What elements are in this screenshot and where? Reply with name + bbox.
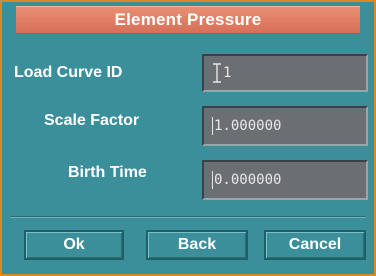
i-beam-cursor-icon [213,63,221,83]
load-curve-id-input[interactable]: 1 [202,54,368,92]
back-button[interactable]: Back [146,230,248,260]
load-curve-id-label: Load Curve ID [14,64,123,81]
scale-factor-label: Scale Factor [44,112,140,129]
birth-time-input[interactable]: 0.000000 [202,160,368,200]
text-caret [212,171,213,189]
scale-factor-input[interactable]: 1.000000 [202,106,368,146]
element-pressure-dialog: Element Pressure Load Curve ID 1 Scale F… [0,0,376,276]
birth-time-value: 0.000000 [214,172,282,188]
cancel-button[interactable]: Cancel [264,230,366,260]
load-curve-id-value: 1 [223,65,232,81]
button-separator [10,216,366,218]
text-caret [212,117,213,135]
dialog-title: Element Pressure [114,10,262,29]
scale-factor-value: 1.000000 [214,118,282,134]
dialog-titlebar: Element Pressure [16,6,360,34]
birth-time-label: Birth Time [68,164,147,181]
ok-button[interactable]: Ok [24,230,124,260]
